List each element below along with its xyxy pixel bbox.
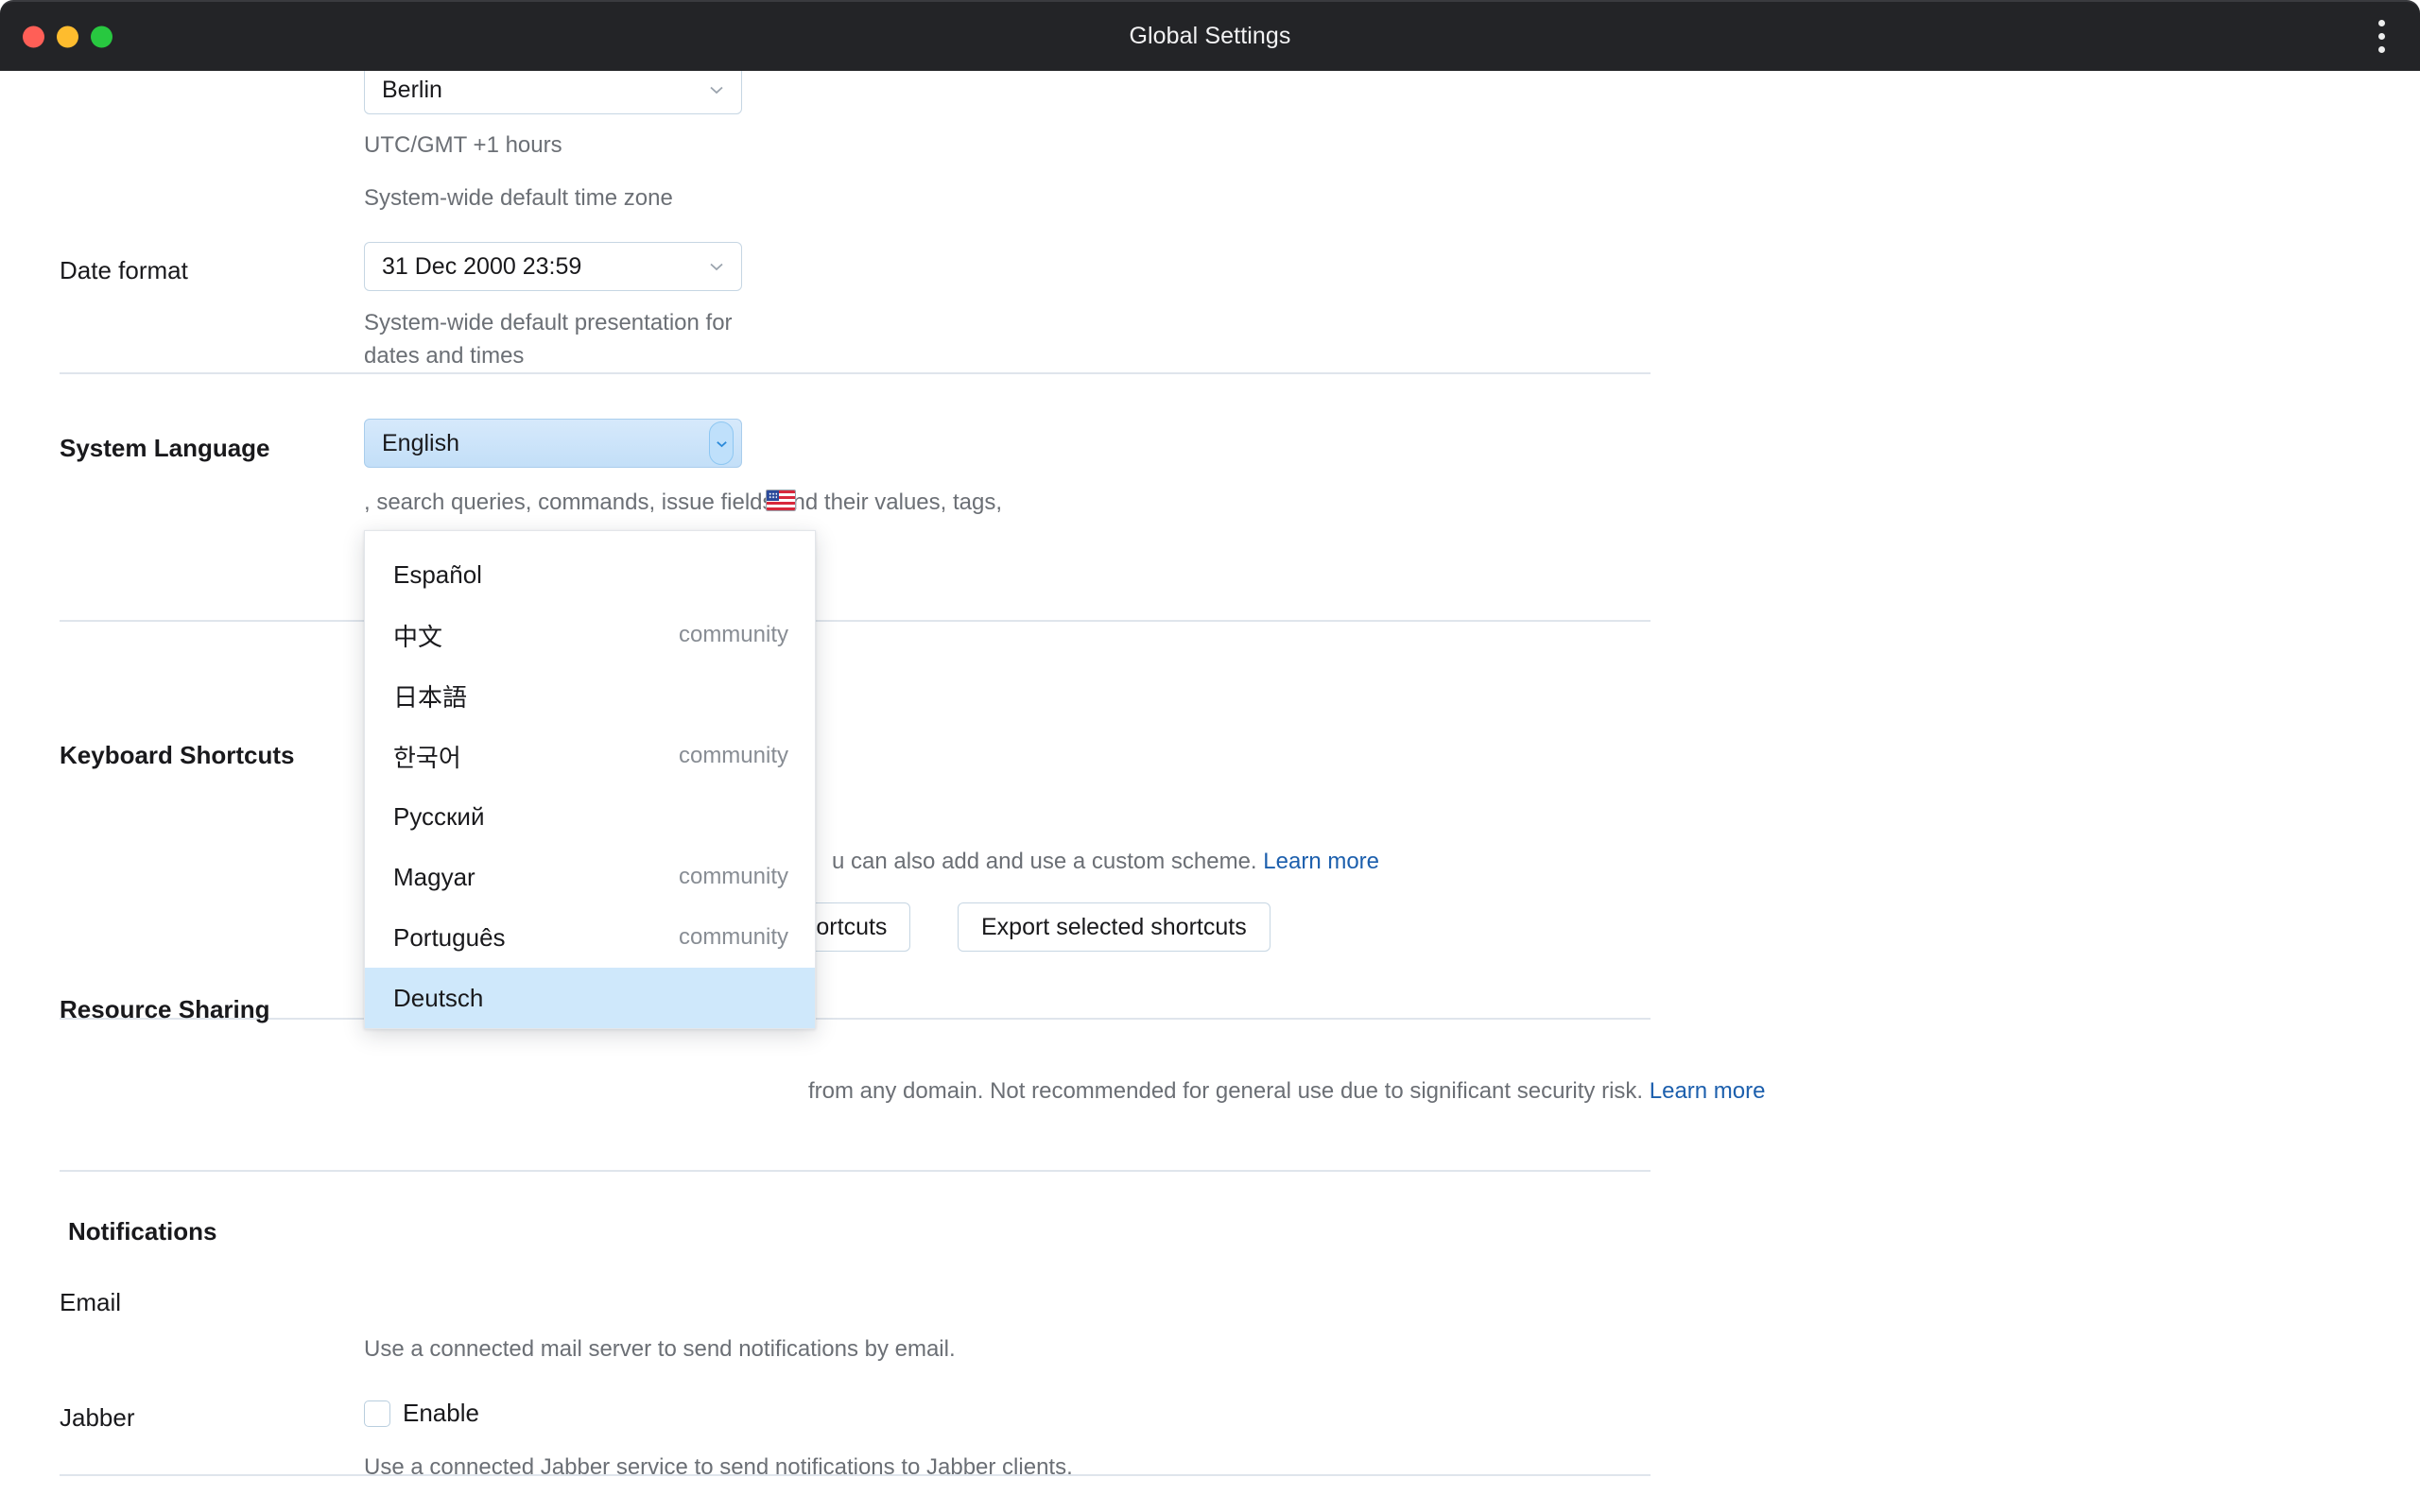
language-option-1[interactable]: Español bbox=[365, 544, 815, 605]
system-language-select[interactable]: English bbox=[364, 419, 742, 468]
language-option-name: Português bbox=[393, 922, 506, 952]
resource-sharing-description-text: from any domain. Not recommended for gen… bbox=[808, 1078, 1644, 1104]
keyboard-shortcuts-description: u can also add and use a custom scheme. … bbox=[832, 846, 1683, 879]
timezone-select-value: Berlin bbox=[382, 76, 442, 103]
resource-sharing-learn-more-link[interactable]: Learn more bbox=[1650, 1078, 1766, 1104]
us-flag-icon bbox=[766, 490, 796, 511]
divider bbox=[60, 372, 1651, 374]
keyboard-shortcuts-learn-more-link[interactable]: Learn more bbox=[1263, 849, 1379, 874]
date-format-select-value: 31 Dec 2000 23:59 bbox=[382, 252, 582, 280]
system-language-description-text: , search queries, commands, issue fields… bbox=[364, 490, 1002, 515]
language-option-6[interactable]: Magyar community bbox=[365, 847, 815, 907]
export-shortcuts-button-label: Export selected shortcuts bbox=[958, 902, 1270, 952]
language-option-tag: community bbox=[678, 864, 788, 889]
jabber-enable-label: Enable bbox=[403, 1399, 479, 1427]
language-option-tag: community bbox=[678, 743, 788, 768]
timezone-description: System-wide default time zone bbox=[364, 184, 673, 211]
language-option-4[interactable]: 한국어 community bbox=[365, 726, 815, 786]
language-option-5[interactable]: Русский bbox=[365, 786, 815, 847]
keyboard-shortcuts-label: Keyboard Shortcuts bbox=[60, 741, 295, 769]
resource-sharing-label: Resource Sharing bbox=[60, 995, 270, 1023]
language-option-8[interactable]: Deutsch bbox=[365, 968, 815, 1028]
system-language-select-value: English bbox=[382, 429, 459, 456]
jabber-enable-row[interactable]: Enable bbox=[364, 1399, 479, 1428]
date-format-label: Date format bbox=[60, 256, 188, 284]
email-label: Email bbox=[60, 1288, 122, 1316]
language-option-tag: community bbox=[678, 924, 788, 950]
chevron-down-icon bbox=[707, 80, 726, 99]
language-option-name: Русский bbox=[393, 801, 485, 831]
export-shortcuts-button[interactable]: Export selected shortcuts bbox=[958, 902, 1270, 952]
flag-canton bbox=[767, 490, 780, 502]
notifications-label: Notifications bbox=[68, 1217, 217, 1246]
more-options-icon[interactable] bbox=[2365, 16, 2397, 58]
divider bbox=[60, 1474, 1651, 1476]
language-option-7[interactable]: Português community bbox=[365, 907, 815, 968]
chevron-down-icon[interactable] bbox=[709, 421, 734, 465]
dot bbox=[2377, 46, 2385, 53]
date-format-select[interactable]: 31 Dec 2000 23:59 bbox=[364, 242, 742, 291]
dot bbox=[2377, 33, 2385, 40]
window-title: Global Settings bbox=[1129, 23, 1291, 49]
language-option-name: Deutsch bbox=[393, 983, 484, 1012]
language-option-tag: community bbox=[678, 622, 788, 647]
email-description: Use a connected mail server to send noti… bbox=[364, 1336, 956, 1362]
jabber-label: Jabber bbox=[60, 1403, 135, 1432]
jabber-enable-checkbox[interactable] bbox=[364, 1400, 390, 1427]
system-language-description-line1: , search queries, commands, issue fields… bbox=[364, 487, 1650, 520]
language-option-name: 한국어 bbox=[393, 743, 461, 772]
chevron-down-icon bbox=[707, 257, 726, 276]
divider bbox=[60, 620, 1651, 622]
timezone-offset: UTC/GMT +1 hours bbox=[364, 132, 562, 158]
jabber-description: Use a connected Jabber service to send n… bbox=[364, 1454, 1073, 1480]
keyboard-shortcuts-description-text: u can also add and use a custom scheme. bbox=[832, 849, 1257, 874]
system-language-dropdown-menu[interactable]: Español 中文 community 日本語 한국어 community Р… bbox=[364, 530, 816, 1029]
language-option-2[interactable]: 中文 community bbox=[365, 605, 815, 665]
system-language-label: System Language bbox=[60, 434, 270, 462]
resource-sharing-description: from any domain. Not recommended for gen… bbox=[808, 1075, 2132, 1108]
language-option-9[interactable]: Čeština community bbox=[365, 1028, 815, 1029]
date-format-description: System-wide default presentation for dat… bbox=[364, 310, 733, 369]
language-option-name: Magyar bbox=[393, 862, 475, 891]
settings-page: Berlin UTC/GMT +1 hours System-wide defa… bbox=[0, 71, 2420, 1512]
language-option-name: Español bbox=[393, 559, 482, 589]
dot bbox=[2377, 20, 2385, 26]
window-titlebar: Global Settings bbox=[0, 0, 2420, 71]
language-option-3[interactable]: 日本語 bbox=[365, 665, 815, 726]
language-option-name: 中文 bbox=[393, 622, 443, 651]
language-option-name: 日本語 bbox=[393, 682, 468, 712]
divider bbox=[60, 1170, 1651, 1172]
timezone-select[interactable]: Berlin bbox=[364, 71, 742, 114]
